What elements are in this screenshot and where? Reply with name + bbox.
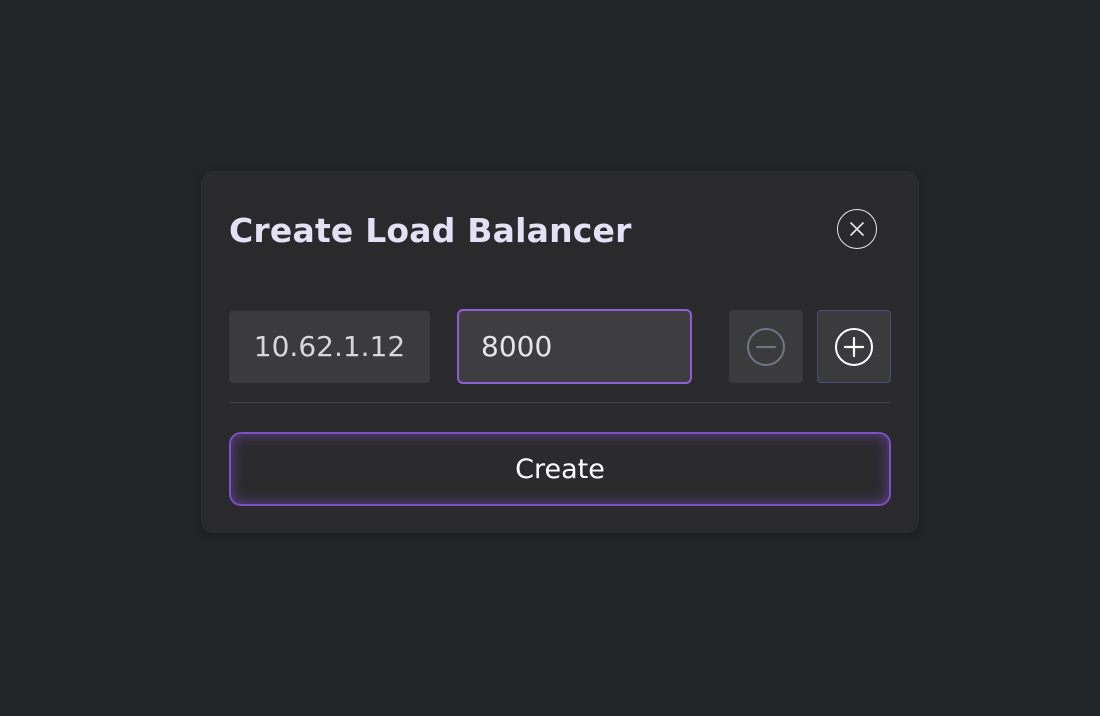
increment-button[interactable] <box>817 310 891 383</box>
close-button[interactable] <box>837 209 877 249</box>
port-input[interactable] <box>457 309 692 384</box>
close-icon <box>850 222 864 236</box>
plus-circle-icon <box>835 327 873 366</box>
dialog-title: Create Load Balancer <box>229 211 632 250</box>
decrement-button[interactable] <box>729 310 803 383</box>
create-button[interactable]: Create <box>229 432 891 506</box>
divider <box>229 402 891 403</box>
minus-circle-icon <box>747 327 785 366</box>
ip-address-field: 10.62.1.12 <box>229 311 430 383</box>
create-load-balancer-dialog: Create Load Balancer 10.62.1.12 Create <box>201 171 919 533</box>
